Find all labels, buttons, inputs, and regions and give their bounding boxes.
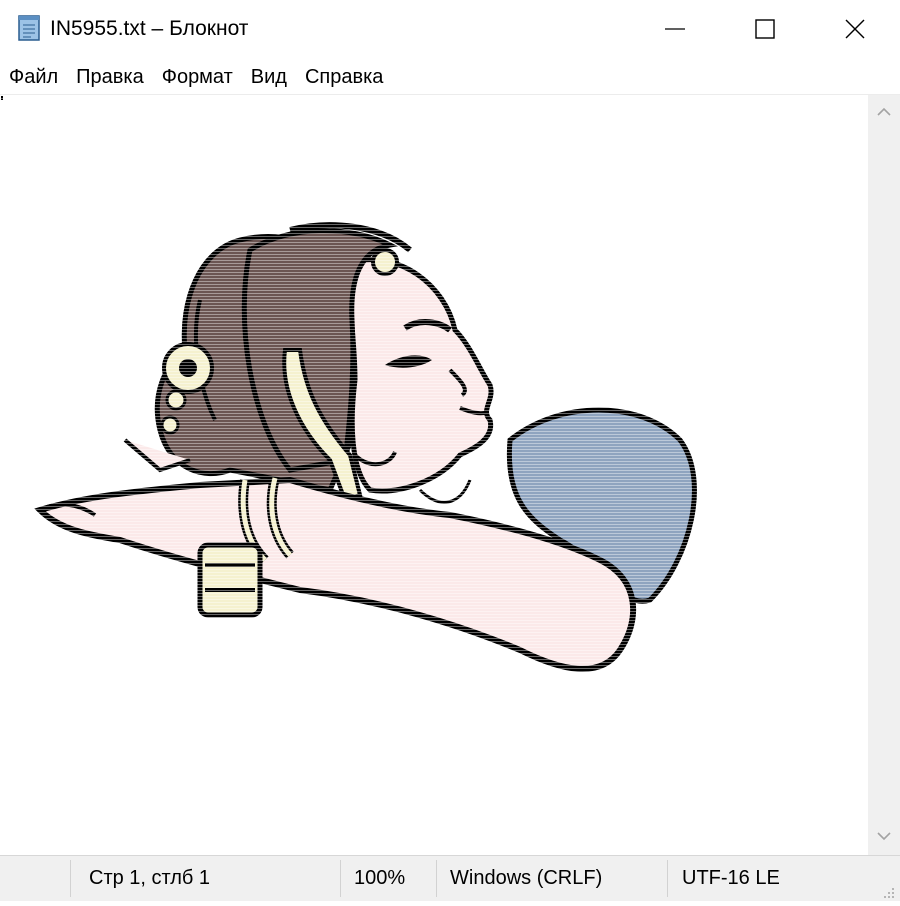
chevron-up-icon bbox=[876, 104, 892, 122]
close-icon bbox=[844, 18, 866, 40]
close-button[interactable] bbox=[810, 0, 900, 58]
cursor-position: Стр 1, стлб 1 bbox=[89, 867, 211, 889]
minimize-button[interactable] bbox=[630, 0, 720, 58]
line-endings: Windows (CRLF) bbox=[450, 867, 603, 889]
maximize-button[interactable] bbox=[720, 0, 810, 58]
maximize-icon bbox=[754, 18, 776, 40]
menu-view[interactable]: Вид bbox=[242, 61, 296, 93]
menu-file[interactable]: Файл bbox=[0, 61, 67, 93]
scroll-up-button[interactable] bbox=[868, 95, 900, 131]
status-divider bbox=[667, 860, 668, 897]
status-divider bbox=[340, 860, 341, 897]
resize-grip-icon[interactable] bbox=[882, 883, 896, 898]
status-divider bbox=[436, 860, 437, 897]
menu-help[interactable]: Справка bbox=[296, 61, 392, 93]
title-bar: IN5955.txt – Блокнот bbox=[0, 0, 900, 58]
text-editor-area[interactable] bbox=[0, 95, 868, 855]
menu-edit[interactable]: Правка bbox=[67, 61, 153, 93]
minimize-icon bbox=[664, 18, 686, 40]
menu-format[interactable]: Формат bbox=[153, 61, 242, 93]
ascii-art-illustration bbox=[0, 95, 868, 855]
status-bar: Стр 1, стлб 1 100% Windows (CRLF) UTF-16… bbox=[0, 855, 900, 901]
encoding: UTF-16 LE bbox=[682, 867, 780, 889]
scroll-down-button[interactable] bbox=[868, 819, 900, 855]
notepad-icon bbox=[16, 14, 42, 42]
zoom-level: 100% bbox=[354, 867, 406, 889]
status-divider bbox=[70, 860, 71, 897]
chevron-down-icon bbox=[876, 828, 892, 846]
menu-bar: Файл Правка Формат Вид Справка bbox=[0, 60, 900, 94]
vertical-scrollbar[interactable] bbox=[868, 95, 900, 855]
window-title: IN5955.txt – Блокнот bbox=[50, 17, 249, 40]
